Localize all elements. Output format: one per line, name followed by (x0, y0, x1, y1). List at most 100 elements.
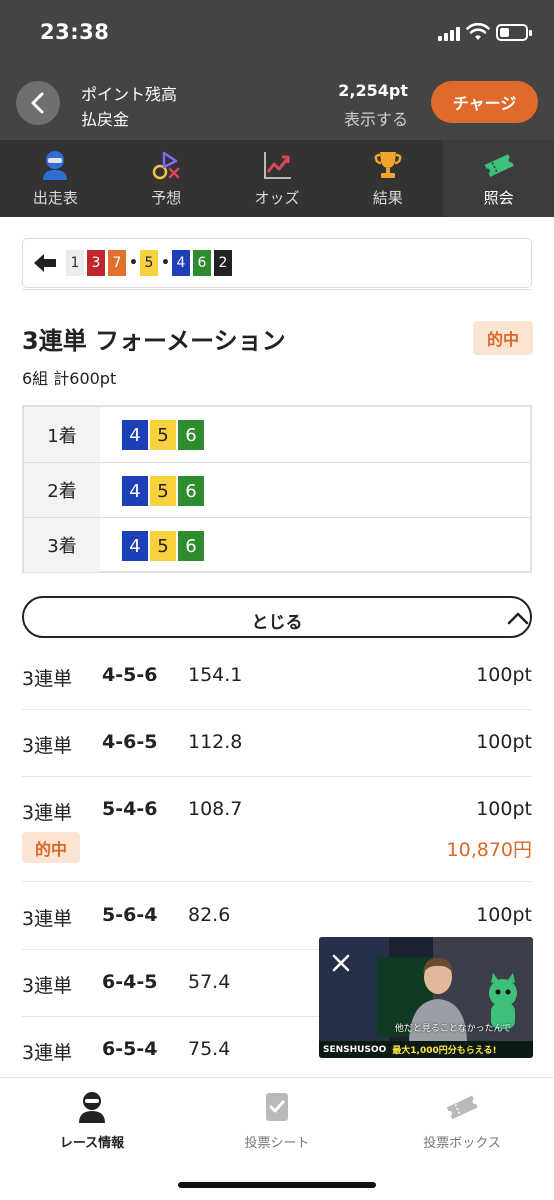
bet-combination: 4-6-5 (102, 731, 158, 753)
bet-odds: 75.4 (188, 1038, 231, 1060)
video-banner-brand: SENSHUSOO (323, 1044, 387, 1055)
hit-badge: 的中 (22, 832, 80, 863)
bet-type: 3連単 (22, 735, 73, 757)
status-bar: 23:38 (0, 0, 554, 70)
boat-number-box: 5 (150, 531, 176, 561)
combo-number-list: 1 3 7 • 5 • 4 6 2 (66, 250, 235, 276)
bet-type: 3連単 (22, 1042, 73, 1064)
tab-entry-list[interactable]: 出走表 (0, 140, 111, 217)
formation-row: 2着 456 (24, 462, 530, 517)
formation-numbers: 456 (122, 420, 204, 450)
combo-number-box: 2 (214, 250, 232, 276)
video-banner: SENSHUSOO 最大1,000円分もらえる! (319, 1041, 533, 1058)
place-label: 2着 (24, 463, 100, 517)
close-icon[interactable] (329, 951, 353, 975)
tab-label: 照会 (483, 189, 514, 207)
video-banner-offer: 最大1,000円分もらえる! (392, 1046, 497, 1056)
trophy-icon (374, 152, 402, 178)
collapse-button[interactable]: とじる (22, 596, 532, 638)
combo-number-box: 7 (108, 250, 126, 276)
bet-row: 3連単 4-5-6 154.1 100pt (22, 660, 532, 710)
tab-odds[interactable]: オッズ (222, 140, 333, 217)
wifi-icon (466, 22, 490, 40)
nav-label: レース情報 (59, 1136, 125, 1151)
tab-prediction[interactable]: 予想 (111, 140, 222, 217)
combo-separator: • (161, 255, 170, 271)
bet-combination: 6-4-5 (102, 971, 158, 993)
points-balance-value: 2,254pt (338, 81, 408, 100)
vote-box-icon (446, 1095, 478, 1120)
status-time: 23:38 (40, 20, 110, 44)
tab-label: オッズ (254, 189, 300, 207)
odds-chart-icon (263, 152, 291, 179)
bet-type: 3連単 (22, 908, 73, 930)
formation-numbers: 456 (122, 476, 204, 506)
boat-number-box: 4 (122, 420, 148, 450)
formation-table: 1着 456 2着 456 3着 456 (22, 405, 532, 573)
bet-combination: 5-4-6 (102, 798, 158, 820)
bet-odds: 112.8 (188, 731, 243, 753)
chevron-up-icon (507, 612, 529, 625)
tab-inquiry[interactable]: 照会 (443, 140, 554, 217)
bet-amount: 100pt (476, 731, 532, 753)
header-bar: ポイント残高 払戻金 2,254pt 表示する チャージ (0, 70, 554, 140)
boat-number-box: 6 (178, 420, 204, 450)
combo-number-box: 6 (193, 250, 211, 276)
nav-label: 投票ボックス (423, 1136, 501, 1151)
nav-vote-box[interactable]: 投票ボックス (370, 1090, 554, 1151)
hit-badge: 的中 (473, 321, 533, 355)
formation-row: 1着 456 (24, 407, 530, 462)
bet-odds: 108.7 (188, 798, 243, 820)
bet-row: 3連単 4-6-5 112.8 100pt (22, 727, 532, 777)
vote-sheet-icon (266, 1093, 288, 1121)
points-balance-label: ポイント残高 (81, 85, 178, 104)
place-label: 3着 (24, 518, 100, 572)
boat-number-box: 6 (178, 476, 204, 506)
bet-combination: 4-5-6 (102, 664, 158, 686)
boat-number-box: 4 (122, 531, 148, 561)
tab-label: 予想 (151, 189, 182, 207)
race-combo-bar[interactable]: 1 3 7 • 5 • 4 6 2 (22, 238, 532, 288)
bet-odds: 154.1 (188, 664, 243, 686)
chevron-left-icon (31, 92, 44, 114)
place-label: 1着 (24, 407, 100, 462)
bet-odds: 82.6 (188, 904, 231, 926)
bet-type-title: 3連単 フォーメーション (22, 327, 286, 355)
bet-combination: 5-6-4 (102, 904, 158, 926)
combo-number-box: 3 (87, 250, 105, 276)
ticket-icon (484, 154, 514, 177)
show-refund-link[interactable]: 表示する (344, 106, 408, 130)
charge-button[interactable]: チャージ (431, 81, 538, 123)
refund-label: 払戻金 (81, 110, 130, 129)
boat-number-box: 5 (150, 420, 176, 450)
nav-vote-sheet[interactable]: 投票シート (185, 1090, 369, 1151)
cellular-signal-icon (438, 25, 460, 41)
bet-combination: 6-5-4 (102, 1038, 158, 1060)
tab-label: 出走表 (32, 189, 78, 207)
boat-number-box: 5 (150, 476, 176, 506)
combo-number-box: 1 (66, 250, 84, 276)
divider (22, 289, 532, 290)
arrow-left-icon[interactable] (33, 252, 57, 274)
formation-numbers: 456 (122, 531, 204, 561)
nav-race-info[interactable]: レース情報 (0, 1090, 184, 1151)
bet-odds: 57.4 (188, 971, 231, 993)
bet-type: 3連単 (22, 668, 73, 690)
home-indicator (178, 1182, 376, 1188)
back-button[interactable] (16, 81, 60, 125)
race-tab-bar: 出走表 予想 オッズ 結果 照会 (0, 140, 554, 217)
tab-results[interactable]: 結果 (332, 140, 443, 217)
prediction-icon (152, 151, 180, 180)
payout-amount: 10,870円 (446, 839, 532, 861)
video-pip-player[interactable]: 他だと見ることなかったんで SENSHUSOO 最大1,000円分もらえる! (319, 937, 533, 1058)
bet-row-hit: 3連単 5-4-6 108.7 100pt 的中 10,870円 (22, 794, 532, 882)
boat-number-box: 6 (178, 531, 204, 561)
combo-number-box: 4 (172, 250, 190, 276)
bet-amount: 100pt (476, 798, 532, 820)
bet-type: 3連単 (22, 975, 73, 997)
video-caption: 他だと見ることなかったんで (394, 1024, 512, 1034)
boat-number-box: 4 (122, 476, 148, 506)
nav-label: 投票シート (244, 1136, 310, 1151)
combo-number-box: 5 (140, 250, 158, 276)
collapse-label: とじる (251, 613, 303, 633)
